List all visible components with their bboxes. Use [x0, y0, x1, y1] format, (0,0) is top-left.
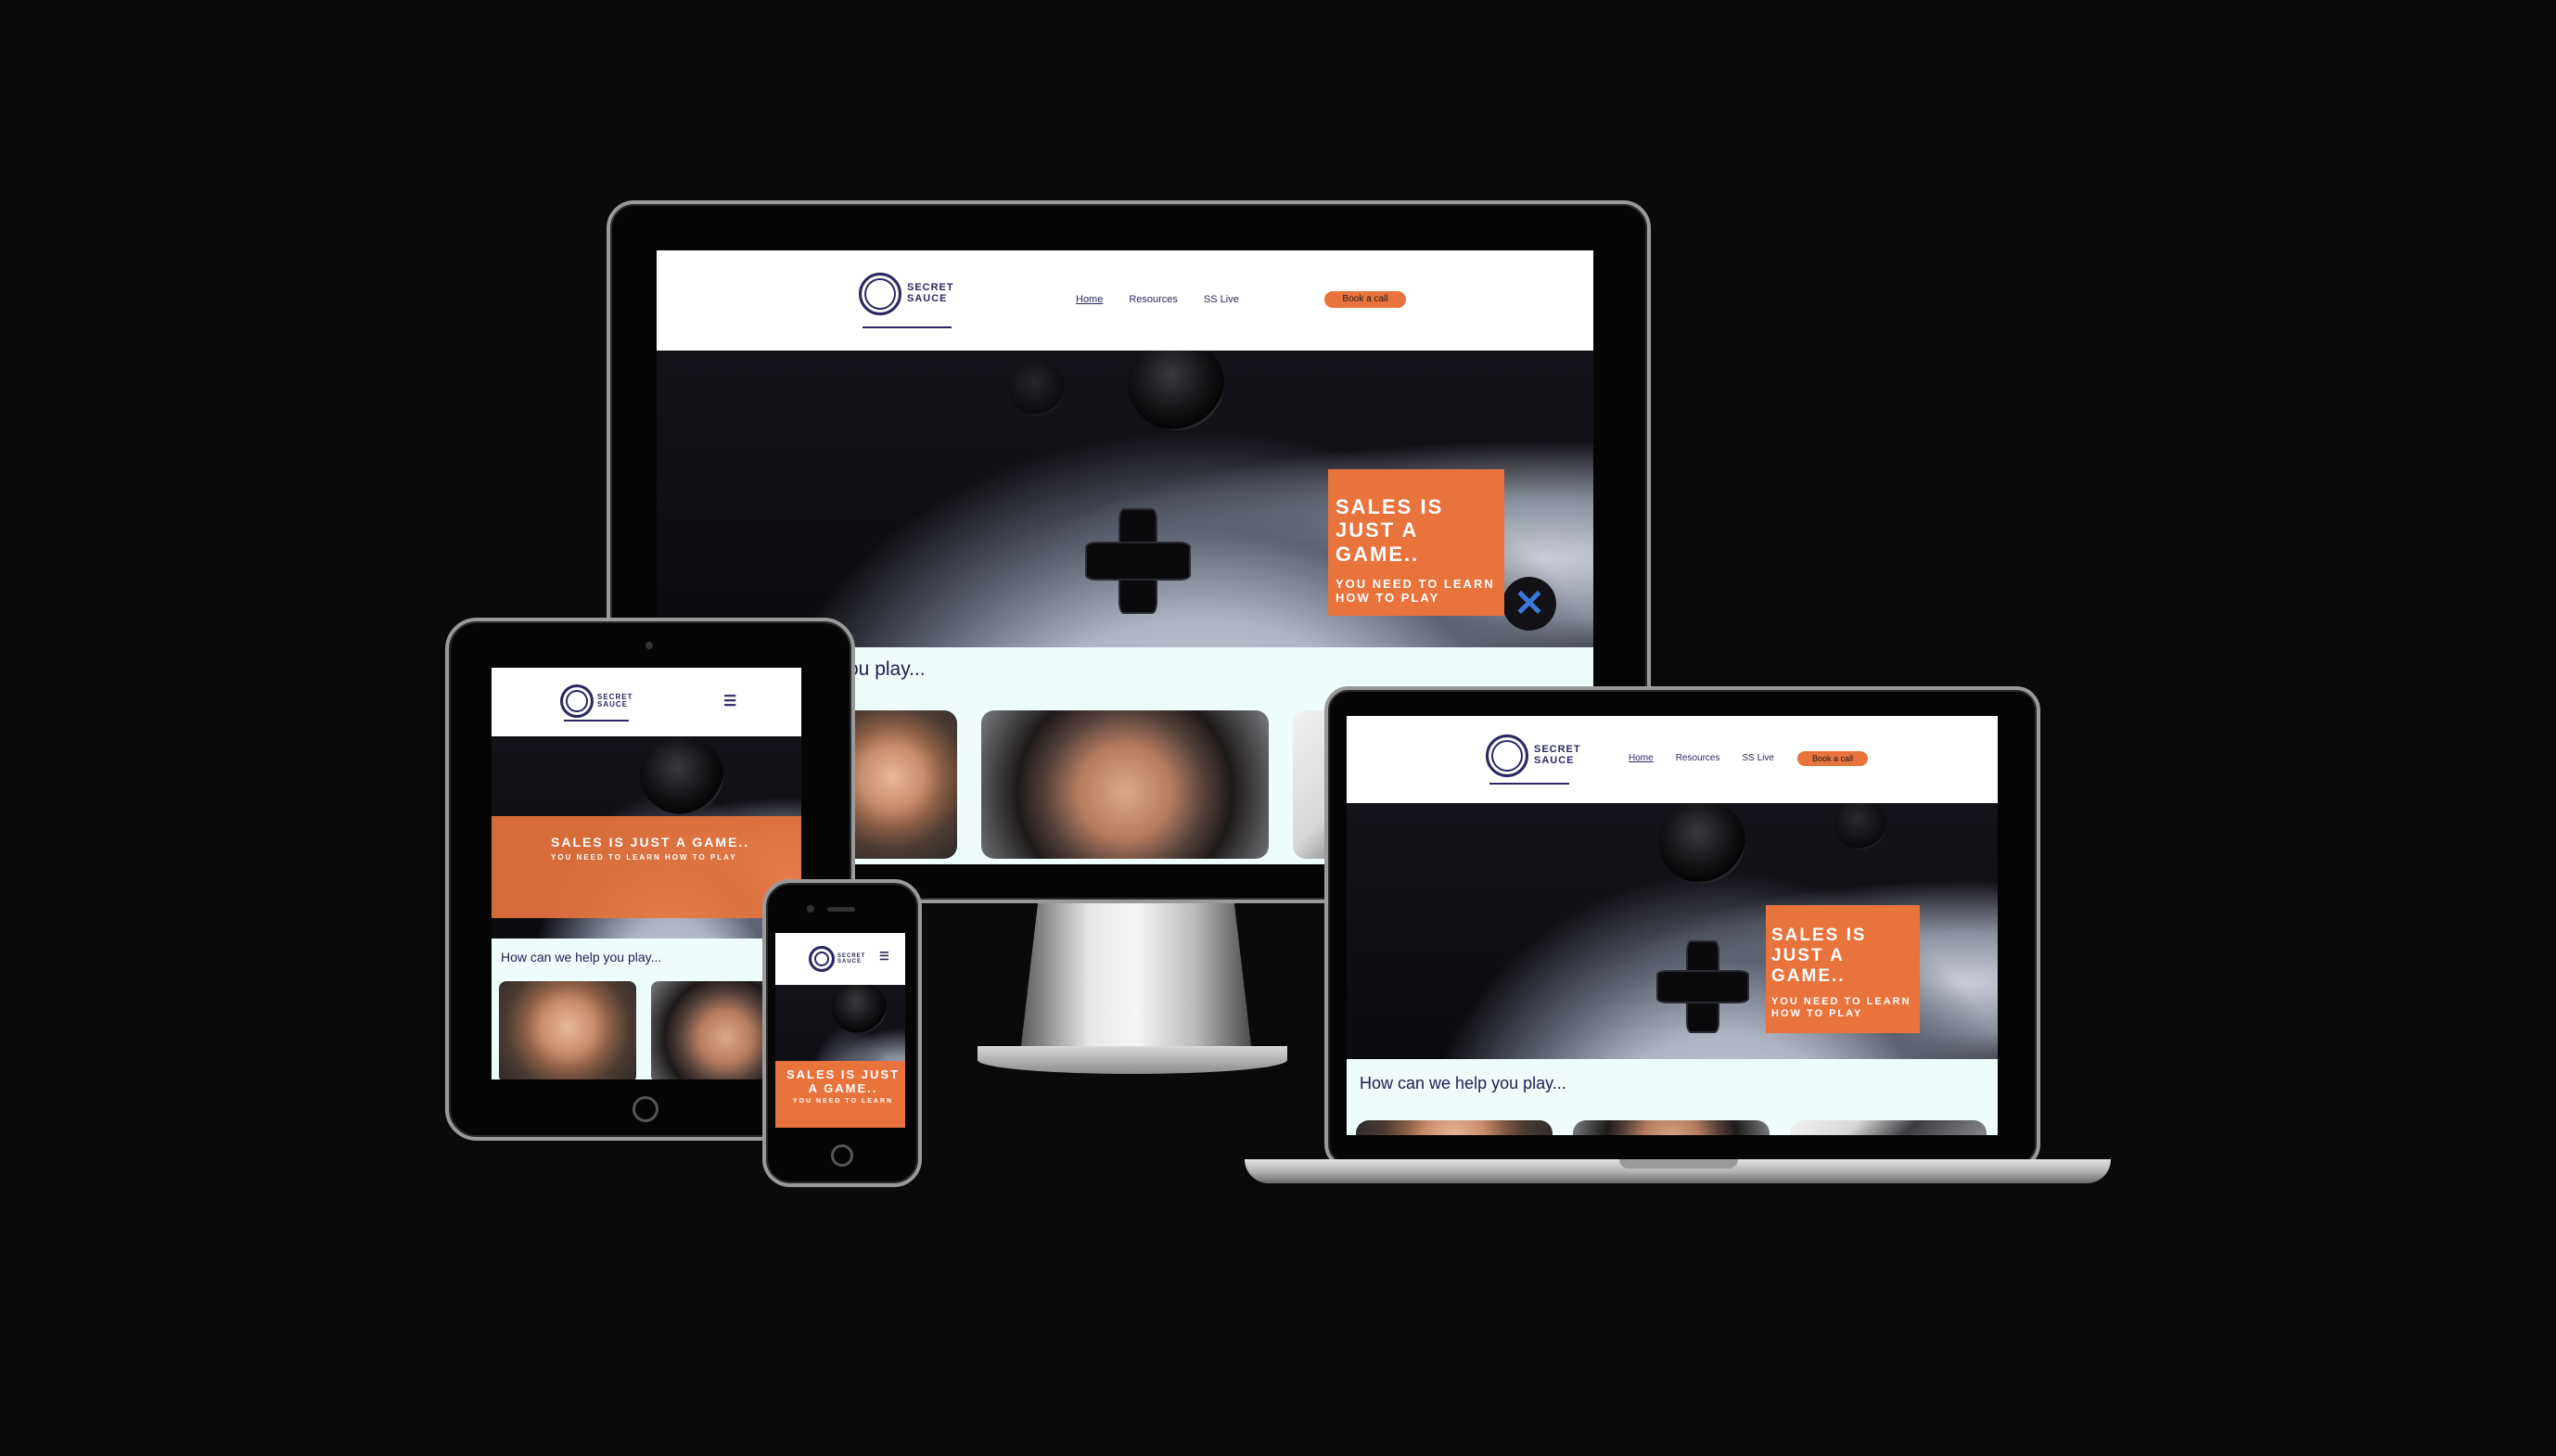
controller-detail-image	[1009, 360, 1065, 415]
dpad-image	[1658, 942, 1747, 1031]
thumbstick-image	[831, 985, 887, 1033]
hero-text-box: SALES IS JUST A GAME.. YOU NEED TO LEARN	[775, 1061, 905, 1128]
service-card-image[interactable]	[1356, 1120, 1553, 1135]
monitor-stand	[1020, 896, 1252, 1054]
book-call-button[interactable]: Book a call	[1797, 751, 1868, 766]
section-title: How can we help you play...	[1360, 1074, 1566, 1092]
hero-subheading: YOU NEED TO LEARN HOW TO PLAY	[551, 853, 737, 862]
site-header: SECRET SAUCE Home Resources SS Live Book…	[1347, 716, 1998, 803]
hamburger-icon[interactable]: ☰	[723, 692, 736, 710]
hero-banner: SALES IS JUST A GAME.. YOU NEED TO LEARN	[775, 985, 905, 1128]
hero-heading: SALES IS JUST A GAME..	[1771, 926, 1867, 986]
logo-circuit-line	[863, 326, 952, 328]
laptop-screen: SECRET SAUCE Home Resources SS Live Book…	[1347, 716, 1998, 1135]
book-call-button[interactable]: Book a call	[1324, 291, 1406, 308]
phone-home-button	[831, 1144, 853, 1167]
hero-subheading: YOU NEED TO LEARN HOW TO PLAY	[1336, 576, 1495, 606]
logo-circuit-line	[1489, 783, 1569, 785]
nav-ss-live[interactable]: SS Live	[1743, 753, 1774, 763]
hero-text-box: SALES IS JUST A GAME.. YOU NEED TO LEARN…	[492, 816, 801, 918]
laptop-notch	[1619, 1159, 1738, 1169]
tablet-camera	[645, 642, 653, 649]
site-logo[interactable]: SECRET SAUCE	[1486, 734, 1581, 777]
nav-resources[interactable]: Resources	[1676, 753, 1720, 763]
phone-camera	[807, 905, 814, 913]
nav-ss-live[interactable]: SS Live	[1204, 294, 1239, 305]
logo-text-line2: SAUCE	[837, 959, 863, 964]
service-card-image[interactable]	[981, 710, 1269, 859]
site-header: SECRET SAUCE ☰	[492, 668, 801, 736]
hero-banner: SALES IS JUST A GAME.. YOU NEED TO LEARN…	[492, 736, 801, 939]
logo-ring-icon	[1486, 734, 1528, 777]
tablet-home-button	[633, 1096, 658, 1122]
dpad-image	[1087, 510, 1189, 612]
site-logo[interactable]: SECRET SAUCE	[809, 946, 865, 972]
service-card-image[interactable]	[1790, 1120, 1987, 1135]
thumbstick-image	[1658, 803, 1745, 883]
section-title: ou play...	[848, 658, 926, 680]
section-title: How can we help you play...	[501, 950, 662, 964]
logo-text-line2: SAUCE	[1534, 755, 1575, 766]
hero-heading: SALES IS JUST A GAME..	[551, 835, 750, 849]
laptop: SECRET SAUCE Home Resources SS Live Book…	[1324, 686, 2040, 1169]
hero-heading: SALES IS JUST A GAME..	[1336, 495, 1444, 566]
hero-subheading: YOU NEED TO LEARN	[792, 1097, 894, 1105]
logo-circuit-line	[564, 720, 629, 722]
nav-resources[interactable]: Resources	[1129, 294, 1178, 305]
service-card-image[interactable]	[1573, 1120, 1770, 1135]
monitor-stand-base	[978, 1046, 1287, 1074]
service-card-image[interactable]	[499, 981, 636, 1079]
site-header: SECRET SAUCE Home Resources SS Live Book…	[657, 250, 1593, 351]
hero-text-box: SALES IS JUST A GAME.. YOU NEED TO LEARN…	[1328, 469, 1504, 616]
phone-speaker	[827, 907, 855, 912]
hero-heading: SALES IS JUST A GAME..	[786, 1067, 901, 1095]
site-header: SECRET SAUCE ☰	[775, 933, 905, 985]
logo-text-line2: SAUCE	[597, 700, 629, 709]
logo-ring-icon	[809, 946, 835, 972]
nav-home[interactable]: Home	[1076, 294, 1103, 305]
tablet-screen: SECRET SAUCE ☰ SALES IS JUST A GAME.. YO…	[492, 668, 801, 1079]
hero-banner: SALES IS JUST A GAME.. YOU NEED TO LEARN…	[1347, 803, 1998, 1059]
hero-banner: ✕ SALES IS JUST A GAME.. YOU NEED TO LEA…	[657, 351, 1593, 647]
site-logo[interactable]: SECRET SAUCE	[560, 684, 633, 718]
nav-home[interactable]: Home	[1629, 753, 1654, 763]
controller-detail-image	[1834, 803, 1886, 849]
main-nav: Home Resources SS Live	[1629, 753, 1774, 763]
hamburger-icon[interactable]: ☰	[879, 950, 889, 963]
site-logo[interactable]: SECRET SAUCE	[859, 273, 954, 315]
phone: SECRET SAUCE ☰ SALES IS JUST A GAME.. YO…	[762, 879, 922, 1187]
logo-ring-icon	[859, 273, 901, 315]
phone-screen: SECRET SAUCE ☰ SALES IS JUST A GAME.. YO…	[775, 933, 905, 1128]
logo-ring-icon	[560, 684, 594, 718]
thumbstick-image	[640, 736, 723, 814]
hero-text-box: SALES IS JUST A GAME.. YOU NEED TO LEARN…	[1766, 905, 1920, 1033]
hero-subheading: YOU NEED TO LEARN HOW TO PLAY	[1771, 995, 1911, 1019]
main-nav: Home Resources SS Live	[1076, 294, 1239, 305]
logo-text-line2: SAUCE	[907, 293, 948, 304]
thumbstick-image	[1128, 351, 1224, 430]
x-button-icon: ✕	[1502, 577, 1556, 631]
